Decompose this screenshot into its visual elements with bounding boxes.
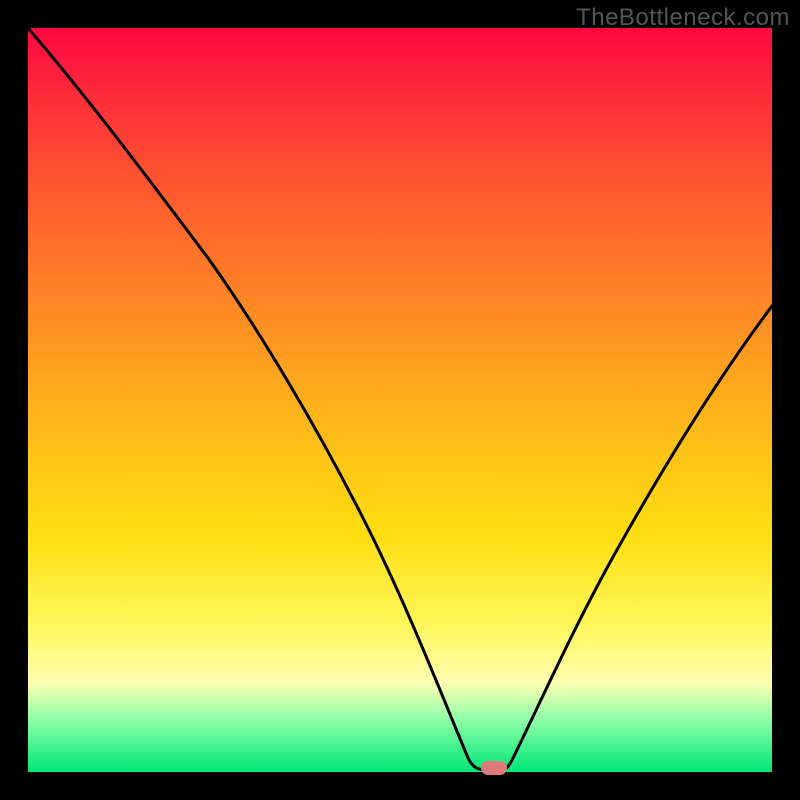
optimum-marker (481, 761, 507, 775)
plot-area (28, 28, 772, 772)
curve-svg (28, 28, 772, 772)
chart-frame: TheBottleneck.com (0, 0, 800, 800)
bottleneck-curve-path (28, 28, 772, 770)
